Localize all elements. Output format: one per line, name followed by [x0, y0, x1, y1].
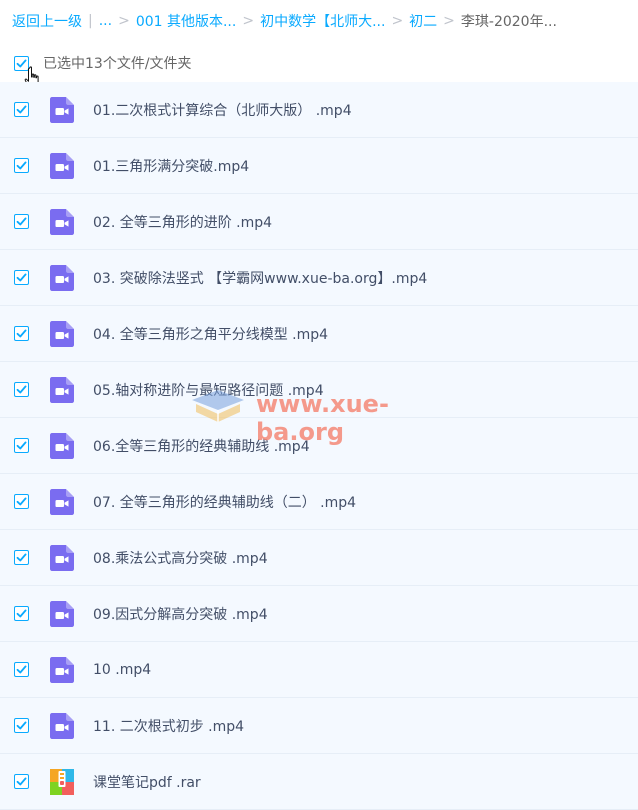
file-name[interactable]: 07. 全等三角形的经典辅助线（二） .mp4 — [93, 492, 356, 512]
breadcrumb-ellipsis[interactable]: ... — [99, 13, 112, 29]
archive-file-icon — [50, 768, 74, 795]
breadcrumb-item-junior-math[interactable]: 初中数学【北师大... — [260, 11, 385, 31]
file-row[interactable]: 01.三角形满分突破.mp4 — [0, 138, 638, 194]
checkmark-icon — [16, 441, 27, 450]
file-checkbox[interactable] — [14, 214, 29, 229]
file-name[interactable]: 05.轴对称进阶与最短路径问题 .mp4 — [93, 380, 324, 400]
checkmark-icon — [16, 329, 27, 338]
file-checkbox[interactable] — [14, 774, 29, 789]
video-file-icon — [50, 600, 74, 627]
video-file-icon — [50, 656, 74, 683]
file-row[interactable]: 11. 二次根式初步 .mp4 — [0, 698, 638, 754]
checkmark-icon — [16, 721, 27, 730]
video-file-icon — [50, 208, 74, 235]
file-name[interactable]: 06.全等三角形的经典辅助线 .mp4 — [93, 436, 310, 456]
file-checkbox[interactable] — [14, 718, 29, 733]
checkmark-icon — [16, 665, 27, 674]
breadcrumb-current: 李琪-2020年... — [460, 14, 557, 30]
back-link[interactable]: 返回上一级 — [12, 11, 82, 31]
checkmark-icon — [16, 273, 27, 282]
file-row[interactable]: 10 .mp4 — [0, 642, 638, 698]
checkmark-icon — [16, 161, 27, 170]
checkmark-icon — [16, 777, 27, 786]
file-row[interactable]: 01.二次根式计算综合（北师大版） .mp4 — [0, 82, 638, 138]
file-row[interactable]: 课堂笔记pdf .rar — [0, 754, 638, 810]
selection-count-label: 已选中13个文件/文件夹 — [43, 56, 192, 72]
file-row[interactable]: 02. 全等三角形的进阶 .mp4 — [0, 194, 638, 250]
video-file-icon — [50, 376, 74, 403]
file-checkbox[interactable] — [14, 158, 29, 173]
file-checkbox[interactable] — [14, 494, 29, 509]
video-file-icon — [50, 432, 74, 459]
breadcrumb: 返回上一级 | ... > 001 其他版本... > 初中数学【北师大... … — [12, 10, 632, 32]
file-checkbox[interactable] — [14, 326, 29, 341]
breadcrumb-separator: | — [88, 13, 93, 29]
file-row[interactable]: 06.全等三角形的经典辅助线 .mp4 — [0, 418, 638, 474]
video-file-icon — [50, 96, 74, 123]
chevron-right-icon: > — [118, 13, 130, 29]
file-checkbox[interactable] — [14, 438, 29, 453]
file-name[interactable]: 02. 全等三角形的进阶 .mp4 — [93, 212, 272, 232]
file-name[interactable]: 11. 二次根式初步 .mp4 — [93, 716, 244, 736]
chevron-right-icon: > — [443, 13, 455, 29]
video-file-icon — [50, 712, 74, 739]
file-row[interactable]: 08.乘法公式高分突破 .mp4 — [0, 530, 638, 586]
checkmark-icon — [16, 497, 27, 506]
file-checkbox[interactable] — [14, 606, 29, 621]
file-checkbox[interactable] — [14, 550, 29, 565]
file-list: 01.二次根式计算综合（北师大版） .mp4 01.三角形满分突破.mp4 02… — [0, 82, 638, 810]
chevron-right-icon: > — [391, 13, 404, 29]
checkmark-icon — [16, 105, 27, 114]
checkmark-icon — [16, 385, 27, 394]
file-name[interactable]: 01.三角形满分突破.mp4 — [93, 156, 249, 176]
select-all-bar: 已选中13个文件/文件夹 — [0, 44, 638, 82]
file-name[interactable]: 03. 突破除法竖式 【学霸网www.xue-ba.org】.mp4 — [93, 268, 427, 288]
breadcrumb-item-grade-8[interactable]: 初二 — [409, 11, 437, 31]
file-checkbox[interactable] — [14, 662, 29, 677]
checkmark-icon — [16, 609, 27, 618]
file-row[interactable]: 04. 全等三角形之角平分线模型 .mp4 — [0, 306, 638, 362]
chevron-right-icon: > — [242, 13, 255, 29]
video-file-icon — [50, 488, 74, 515]
file-checkbox[interactable] — [14, 270, 29, 285]
file-name[interactable]: 08.乘法公式高分突破 .mp4 — [93, 548, 268, 568]
file-row[interactable]: 07. 全等三角形的经典辅助线（二） .mp4 — [0, 474, 638, 530]
checkmark-icon — [16, 217, 27, 226]
file-name[interactable]: 04. 全等三角形之角平分线模型 .mp4 — [93, 324, 328, 344]
video-file-icon — [50, 320, 74, 347]
video-file-icon — [50, 264, 74, 291]
breadcrumb-item-other-versions[interactable]: 001 其他版本... — [136, 11, 237, 31]
file-checkbox[interactable] — [14, 102, 29, 117]
file-name[interactable]: 10 .mp4 — [93, 662, 151, 678]
file-name[interactable]: 课堂笔记pdf .rar — [93, 772, 201, 792]
file-name[interactable]: 09.因式分解高分突破 .mp4 — [93, 604, 268, 624]
file-row[interactable]: 03. 突破除法竖式 【学霸网www.xue-ba.org】.mp4 — [0, 250, 638, 306]
file-row[interactable]: 09.因式分解高分突破 .mp4 — [0, 586, 638, 642]
file-checkbox[interactable] — [14, 382, 29, 397]
checkmark-icon — [16, 553, 27, 562]
video-file-icon — [50, 544, 74, 571]
file-name[interactable]: 01.二次根式计算综合（北师大版） .mp4 — [93, 100, 352, 120]
video-file-icon — [50, 152, 74, 179]
file-row[interactable]: 05.轴对称进阶与最短路径问题 .mp4 — [0, 362, 638, 418]
